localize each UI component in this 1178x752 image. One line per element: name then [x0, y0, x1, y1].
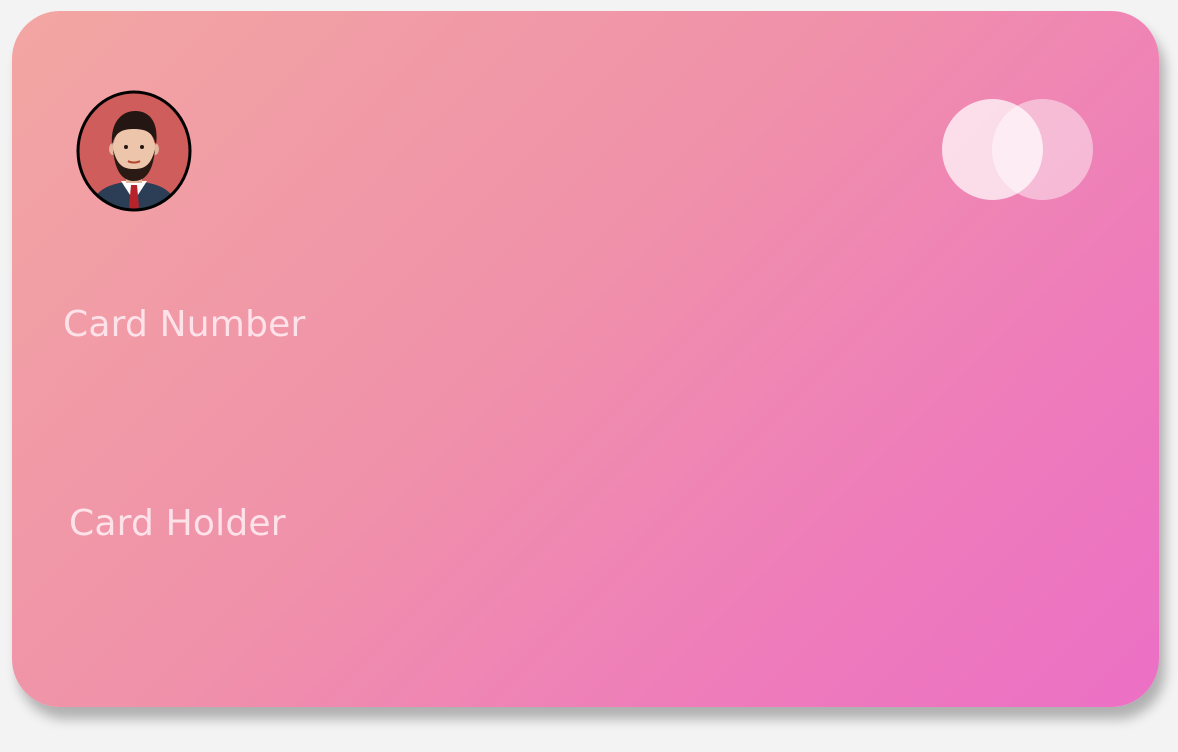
logo-right-circle-icon	[992, 99, 1093, 200]
card-network-logo	[942, 99, 1094, 201]
card-number-label: Card Number	[63, 304, 306, 345]
avatar	[75, 89, 193, 213]
card-holder-label: Card Holder	[69, 503, 286, 544]
user-avatar-icon	[76, 90, 192, 212]
credit-card: Card Number Card Holder	[12, 11, 1159, 707]
